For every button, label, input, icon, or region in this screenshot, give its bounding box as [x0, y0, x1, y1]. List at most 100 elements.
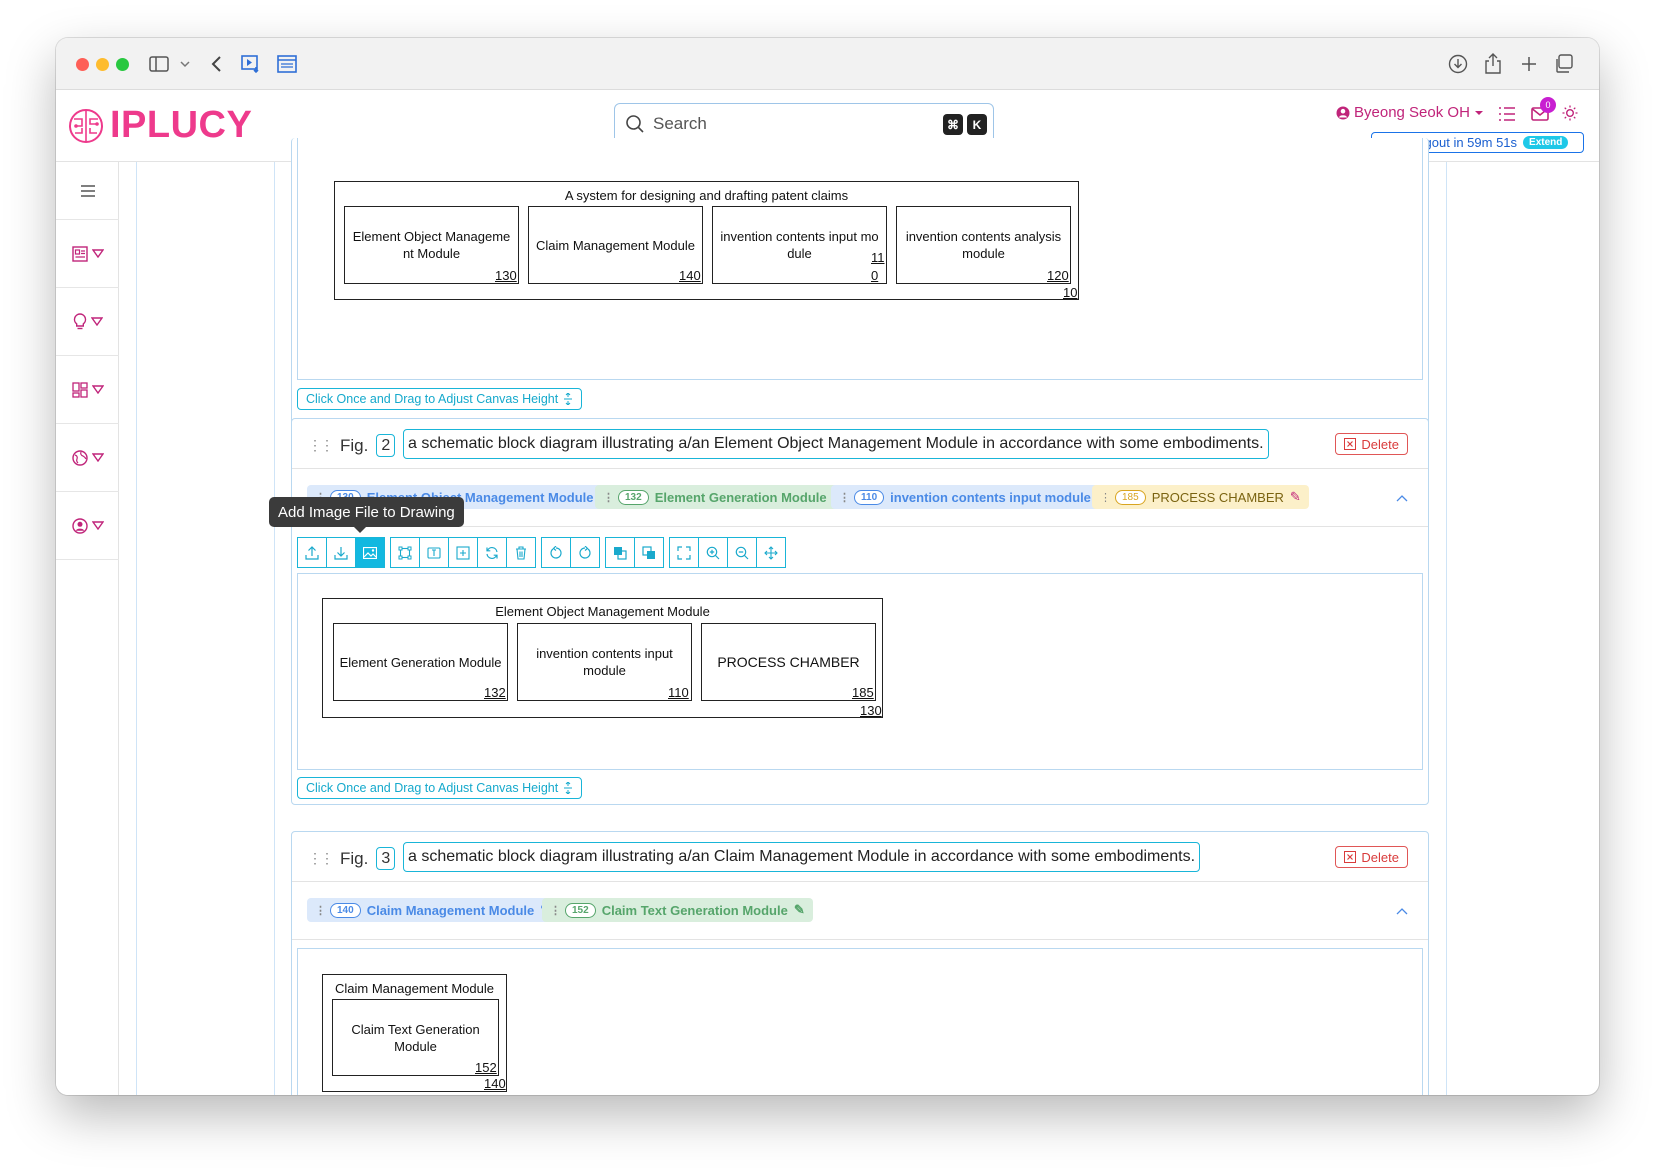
browser-window: IPLUCY Search ⌘ K Byeong Seok OH 0 Auto-…	[56, 38, 1599, 1095]
block-diagram[interactable]: A system for designing and drafting pate…	[334, 181, 1079, 300]
block-ref-number: 0	[871, 268, 879, 283]
download-icon[interactable]	[326, 537, 356, 568]
downloads-icon[interactable]	[1446, 52, 1470, 76]
figure-card-3: ⋮⋮ Fig. 3 a schematic block diagram illu…	[291, 831, 1429, 1095]
block-diagram[interactable]: Element Object Management Module Element…	[322, 598, 883, 718]
edit-icon[interactable]: ✎	[794, 902, 805, 918]
k-key-hint: K	[967, 114, 987, 135]
figure-card-2: ⋮⋮ Fig. 2 a schematic block diagram illu…	[291, 418, 1429, 805]
drag-handle-icon[interactable]: ⋮⋮	[308, 437, 334, 454]
drawing-canvas-1[interactable]: A system for designing and drafting pate…	[297, 138, 1423, 380]
diagram-title: A system for designing and drafting pate…	[564, 188, 849, 203]
back-icon[interactable]	[204, 52, 228, 76]
tab-overview-icon[interactable]	[1552, 52, 1576, 76]
delete-figure-button[interactable]: Delete	[1335, 433, 1408, 455]
canvas-height-drag-button[interactable]: Click Once and Drag to Adjust Canvas Hei…	[297, 388, 583, 410]
redo-icon[interactable]	[570, 537, 600, 568]
element-tag[interactable]: ⋮ 185 PROCESS CHAMBER ✎	[1092, 485, 1309, 509]
element-tag[interactable]: ⋮ 140 Claim Management Module ✎	[307, 898, 560, 922]
add-box-icon[interactable]	[448, 537, 478, 568]
block-ref-number: 152	[475, 1060, 497, 1075]
drawing-canvas-3[interactable]: Claim Management Module Claim Text Gener…	[297, 948, 1423, 1095]
grid-layout-icon	[71, 381, 88, 398]
theme-toggle-icon[interactable]	[1562, 105, 1578, 126]
diagram-block[interactable]: Claim Text Generation Module	[332, 999, 499, 1076]
mail-icon[interactable]: 0	[1531, 97, 1556, 126]
diagram-block[interactable]: invention contents analysis module	[896, 206, 1071, 284]
element-tag[interactable]: ⋮ 132 Element Generation Module ✎	[595, 485, 852, 509]
edit-icon[interactable]: ✎	[1290, 489, 1301, 505]
fit-screen-icon[interactable]	[669, 537, 699, 568]
triangle-down-icon	[91, 249, 104, 258]
undo-icon[interactable]	[541, 537, 571, 568]
block-ref-number: 120	[1047, 268, 1069, 283]
diagram-block[interactable]: PROCESS CHAMBER	[701, 623, 876, 701]
diagram-block[interactable]: Element Generation Module	[333, 623, 508, 701]
figure-number-input[interactable]: 3	[376, 847, 396, 870]
delete-figure-button[interactable]: Delete	[1335, 846, 1408, 868]
refresh-icon[interactable]	[477, 537, 507, 568]
triangle-down-icon	[91, 521, 104, 530]
element-tag[interactable]: ⋮ 110 invention contents input module ✎	[831, 485, 1116, 509]
block-diagram[interactable]: Claim Management Module Claim Text Gener…	[322, 974, 507, 1092]
sidebar-item-account[interactable]	[56, 492, 119, 560]
diagram-block[interactable]: invention contents input mo dule	[712, 206, 887, 284]
move-icon[interactable]	[756, 537, 786, 568]
toolbar-tooltip: Add Image File to Drawing	[269, 497, 464, 533]
block-ref-number: 132	[484, 685, 506, 700]
figure-number-input[interactable]: 2	[376, 434, 396, 457]
column-border-left	[274, 162, 275, 1095]
new-tab-icon[interactable]	[1517, 52, 1541, 76]
chevron-up-icon[interactable]	[1396, 902, 1408, 918]
logo-brain-icon	[69, 108, 103, 143]
drag-handle-icon[interactable]: ⋮⋮	[308, 850, 334, 867]
resize-vertical-icon	[564, 782, 573, 794]
send-back-icon[interactable]	[634, 537, 664, 568]
figure-header: ⋮⋮ Fig. 3 a schematic block diagram illu…	[292, 832, 1428, 882]
figure-description-input[interactable]: a schematic block diagram illustrating a…	[403, 842, 1201, 872]
diagram-block[interactable]: invention contents input module	[517, 623, 692, 701]
chevron-down-icon[interactable]	[173, 52, 197, 76]
diagram-block[interactable]: Claim Management Module	[528, 206, 703, 284]
close-box-icon	[1344, 438, 1357, 450]
reader-extension-icon[interactable]	[275, 52, 299, 76]
figure-label: ⋮⋮ Fig. 2	[308, 434, 396, 457]
user-menu[interactable]: Byeong Seok OH	[1336, 104, 1484, 121]
select-shape-icon[interactable]	[390, 537, 420, 568]
zoom-in-icon[interactable]	[698, 537, 728, 568]
extend-session-button[interactable]: Extend	[1523, 136, 1569, 149]
column-border-right	[1446, 162, 1447, 1095]
element-tags-row: ⋮ 140 Claim Management Module ✎ ⋮ 152 Cl…	[292, 882, 1428, 940]
block-ref-number: 130	[495, 268, 517, 283]
close-window-button[interactable]	[76, 58, 89, 71]
bring-front-icon[interactable]	[605, 537, 635, 568]
task-list-icon[interactable]	[1498, 106, 1516, 127]
block-ref-number: 11	[871, 250, 885, 265]
upload-icon[interactable]	[297, 537, 327, 568]
diagram-block[interactable]: Element Object Manageme nt Module	[344, 206, 519, 284]
element-tag[interactable]: ⋮ 152 Claim Text Generation Module ✎	[542, 898, 813, 922]
figure-description-input[interactable]: a schematic block diagram illustrating a…	[403, 429, 1269, 459]
sidebar-toggle-icon[interactable]	[147, 52, 171, 76]
sidebar-item-documents[interactable]	[56, 220, 119, 288]
chevron-up-icon[interactable]	[1396, 489, 1408, 505]
sidebar-item-dashboard[interactable]	[56, 356, 119, 424]
drawing-canvas-2[interactable]: Element Object Management Module Element…	[297, 573, 1423, 770]
globe-icon	[71, 449, 88, 466]
text-field-icon[interactable]	[419, 537, 449, 568]
notification-badge: 0	[1540, 97, 1556, 113]
media-extension-icon[interactable]	[239, 52, 263, 76]
trash-icon[interactable]	[506, 537, 536, 568]
zoom-out-icon[interactable]	[727, 537, 757, 568]
maximize-window-button[interactable]	[116, 58, 129, 71]
hamburger-menu-button[interactable]	[56, 162, 119, 220]
share-icon[interactable]	[1481, 52, 1505, 76]
block-ref-number: 110	[668, 685, 689, 700]
minimize-window-button[interactable]	[96, 58, 109, 71]
sidebar-item-global[interactable]	[56, 424, 119, 492]
iplucy-logo[interactable]: IPLUCY	[68, 104, 252, 147]
sidebar-item-ideas[interactable]	[56, 288, 119, 356]
image-icon[interactable]	[355, 537, 385, 568]
canvas-height-drag-button[interactable]: Click Once and Drag to Adjust Canvas Hei…	[297, 777, 583, 799]
triangle-down-icon	[90, 317, 103, 326]
